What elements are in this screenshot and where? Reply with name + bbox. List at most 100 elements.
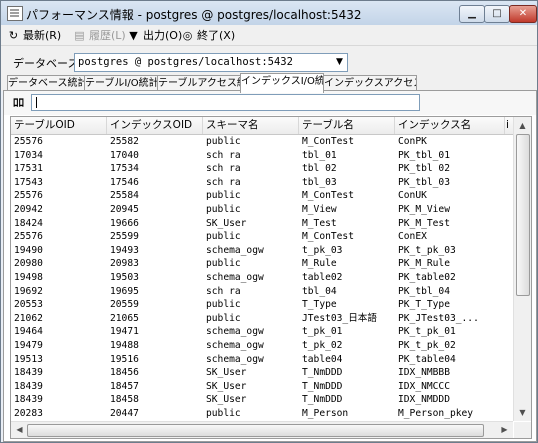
cell-index-oid: 18456 (110, 367, 139, 379)
database-label: データベース (13, 57, 79, 70)
column-header-index-name[interactable]: インデックス名 (395, 117, 505, 134)
column-header-schema-name[interactable]: スキーマ名 (203, 117, 299, 134)
cell-table-name: T_NmDDD (302, 367, 343, 379)
history-button[interactable]: ▤ 履歴(L) (73, 27, 125, 43)
table-row[interactable]: 17543 17546 sch ra tbl_03 PK_tbl_03 (11, 176, 513, 190)
cell-table-oid: 19464 (14, 326, 43, 338)
cell-schema-name: SK_User (206, 217, 247, 229)
vertical-scroll-thumb[interactable] (516, 134, 530, 296)
table-row[interactable]: 18439 18456 SK_User T_NmDDD IDX_NMBBB (11, 366, 513, 380)
table-row[interactable]: 20553 20559 public T_Type PK_T_Type (11, 298, 513, 312)
cell-index-name: PK_table04 (398, 353, 456, 365)
history-icon: ▤ (74, 28, 85, 42)
chevron-down-icon[interactable]: ▼ (332, 54, 347, 71)
cell-index-name: ConPK (398, 136, 427, 147)
cell-index-name: ConEX (398, 231, 427, 243)
cell-table-name: M_Test (302, 217, 337, 229)
table-row[interactable]: 19692 19695 sch ra tbl_04 PK_tbl_04 (11, 285, 513, 299)
cell-table-oid: 25576 (14, 190, 43, 202)
table-row[interactable]: 25576 25599 public M_ConTest ConEX (11, 230, 513, 244)
cell-table-name: M_ConTest (302, 190, 354, 202)
column-header-index-oid[interactable]: インデックスOID (107, 117, 203, 134)
cell-index-oid: 25599 (110, 231, 139, 243)
cell-table-oid: 25576 (14, 231, 43, 243)
cell-table-oid: 17531 (14, 163, 43, 175)
cell-index-oid: 20559 (110, 299, 139, 311)
refresh-button[interactable]: ↻ 最新(R) (7, 27, 61, 43)
cell-table-name: tbl_03 (302, 176, 337, 188)
cell-index-name: PK_M_Rule (398, 258, 450, 270)
table-row[interactable]: 25576 25584 public M_ConTest ConUK (11, 189, 513, 203)
cell-table-name: tbl_01 (302, 149, 337, 161)
horizontal-scrollbar[interactable]: ◀ ▶ (11, 421, 513, 438)
table-row[interactable]: 18439 18458 SK_User T_NmDDD IDX_NMDDD (11, 393, 513, 407)
table-row[interactable]: 19464 19471 schema_ogw t_pk_01 PK_t_pk_01 (11, 325, 513, 339)
cell-schema-name: public (206, 136, 241, 147)
cell-table-name: t_pk_01 (302, 326, 343, 338)
table-row[interactable]: 19498 19503 schema_ogw table02 PK_table02 (11, 271, 513, 285)
table-row[interactable]: 19513 19516 schema_ogw table04 PK_table04 (11, 353, 513, 367)
cell-schema-name: public (206, 312, 241, 324)
minimize-button[interactable]: ▁ (459, 5, 485, 23)
table-row[interactable]: 17034 17040 sch ra tbl_01 PK_tbl_01 (11, 149, 513, 163)
table-row[interactable]: 18439 18457 SK_User T_NmDDD IDX_NMCCC (11, 380, 513, 394)
scroll-up-icon[interactable]: ▲ (515, 118, 530, 133)
horizontal-scroll-thumb[interactable] (27, 424, 484, 437)
cell-table-oid: 20553 (14, 299, 43, 311)
search-input[interactable] (31, 94, 420, 111)
maximize-button[interactable]: □ (484, 5, 510, 23)
exit-label: 終了(X) (197, 29, 236, 42)
cell-index-oid: 19488 (110, 340, 139, 351)
scroll-right-icon[interactable]: ▶ (497, 422, 512, 437)
cell-index-oid: 20447 (110, 408, 139, 419)
cell-table-oid: 19479 (14, 340, 43, 351)
cell-schema-name: sch ra (206, 163, 241, 175)
database-select[interactable]: postgres @ postgres/localhost:5432 ▼ (74, 53, 348, 72)
output-label: 出力(O) (143, 29, 183, 42)
cell-index-name: PK_t_pk_03 (398, 244, 456, 256)
cell-index-name: PK_JTest03_... (398, 312, 479, 324)
cell-table-name: t_pk_03 (302, 244, 343, 256)
text-caret (36, 97, 37, 108)
cell-table-oid: 18439 (14, 380, 43, 392)
exit-button[interactable]: ◎ 終了(X) (181, 27, 235, 43)
cell-index-name: ConUK (398, 190, 427, 202)
cell-table-oid: 18439 (14, 394, 43, 406)
exit-icon: ◎ (182, 28, 193, 42)
output-button[interactable]: ▼ 出力(O) (127, 27, 182, 43)
cell-table-name: M_ConTest (302, 136, 354, 147)
table-row[interactable]: 19490 19493 schema_ogw t_pk_03 PK_t_pk_03 (11, 244, 513, 258)
column-header-table-oid[interactable]: テーブルOID (11, 117, 107, 134)
table-header: テーブルOID インデックスOID スキーマ名 テーブル名 インデックス名 i (11, 117, 513, 135)
scroll-down-icon[interactable]: ▼ (515, 405, 530, 420)
table-row[interactable]: 19479 19488 schema_ogw t_pk_02 PK_t_pk_02 (11, 339, 513, 353)
table-row[interactable]: 20980 20983 public M_Rule PK_M_Rule (11, 257, 513, 271)
cell-schema-name: public (206, 258, 241, 270)
cell-schema-name: public (206, 231, 241, 243)
table-row[interactable]: 20283 20447 public M_Person M_Person_pkey (11, 407, 513, 421)
cell-schema-name: SK_User (206, 394, 247, 406)
cell-table-oid: 17034 (14, 149, 43, 161)
cell-schema-name: public (206, 204, 241, 215)
table-body: 25576 25582 public M_ConTest ConPK 17034 17040… (11, 135, 513, 421)
cell-index-oid: 19695 (110, 285, 139, 297)
app-icon (7, 6, 23, 21)
cell-schema-name: public (206, 190, 241, 202)
tab-index-io-stats[interactable]: インデックスI/O統計 (240, 73, 324, 93)
vertical-scrollbar[interactable]: ▲ ▼ (513, 117, 531, 421)
cell-table-name: T_Type (302, 299, 337, 311)
column-header-next[interactable]: i (505, 117, 513, 134)
cell-index-name: PK_t_pk_01 (398, 326, 456, 338)
close-button[interactable]: ✕ (509, 5, 537, 23)
cell-index-name: PK_M_View (398, 204, 450, 215)
scroll-left-icon[interactable]: ◀ (12, 422, 27, 437)
table-row[interactable]: 18424 19666 SK_User M_Test PK_M_Test (11, 217, 513, 231)
title-bar[interactable]: パフォーマンス情報 - postgres @ postgres/localhos… (1, 1, 537, 25)
cell-index-oid: 21065 (110, 312, 139, 324)
cell-table-oid: 21062 (14, 312, 43, 324)
column-header-table-name[interactable]: テーブル名 (299, 117, 395, 134)
table-row[interactable]: 17531 17534 sch ra tbl 02 PK_tbl 02 (11, 162, 513, 176)
table-row[interactable]: 25576 25582 public M_ConTest ConPK (11, 135, 513, 149)
table-row[interactable]: 21062 21065 public JTest03_日本語 PK_JTest03_..… (11, 312, 513, 326)
table-row[interactable]: 20942 20945 public M_View PK_M_View (11, 203, 513, 217)
